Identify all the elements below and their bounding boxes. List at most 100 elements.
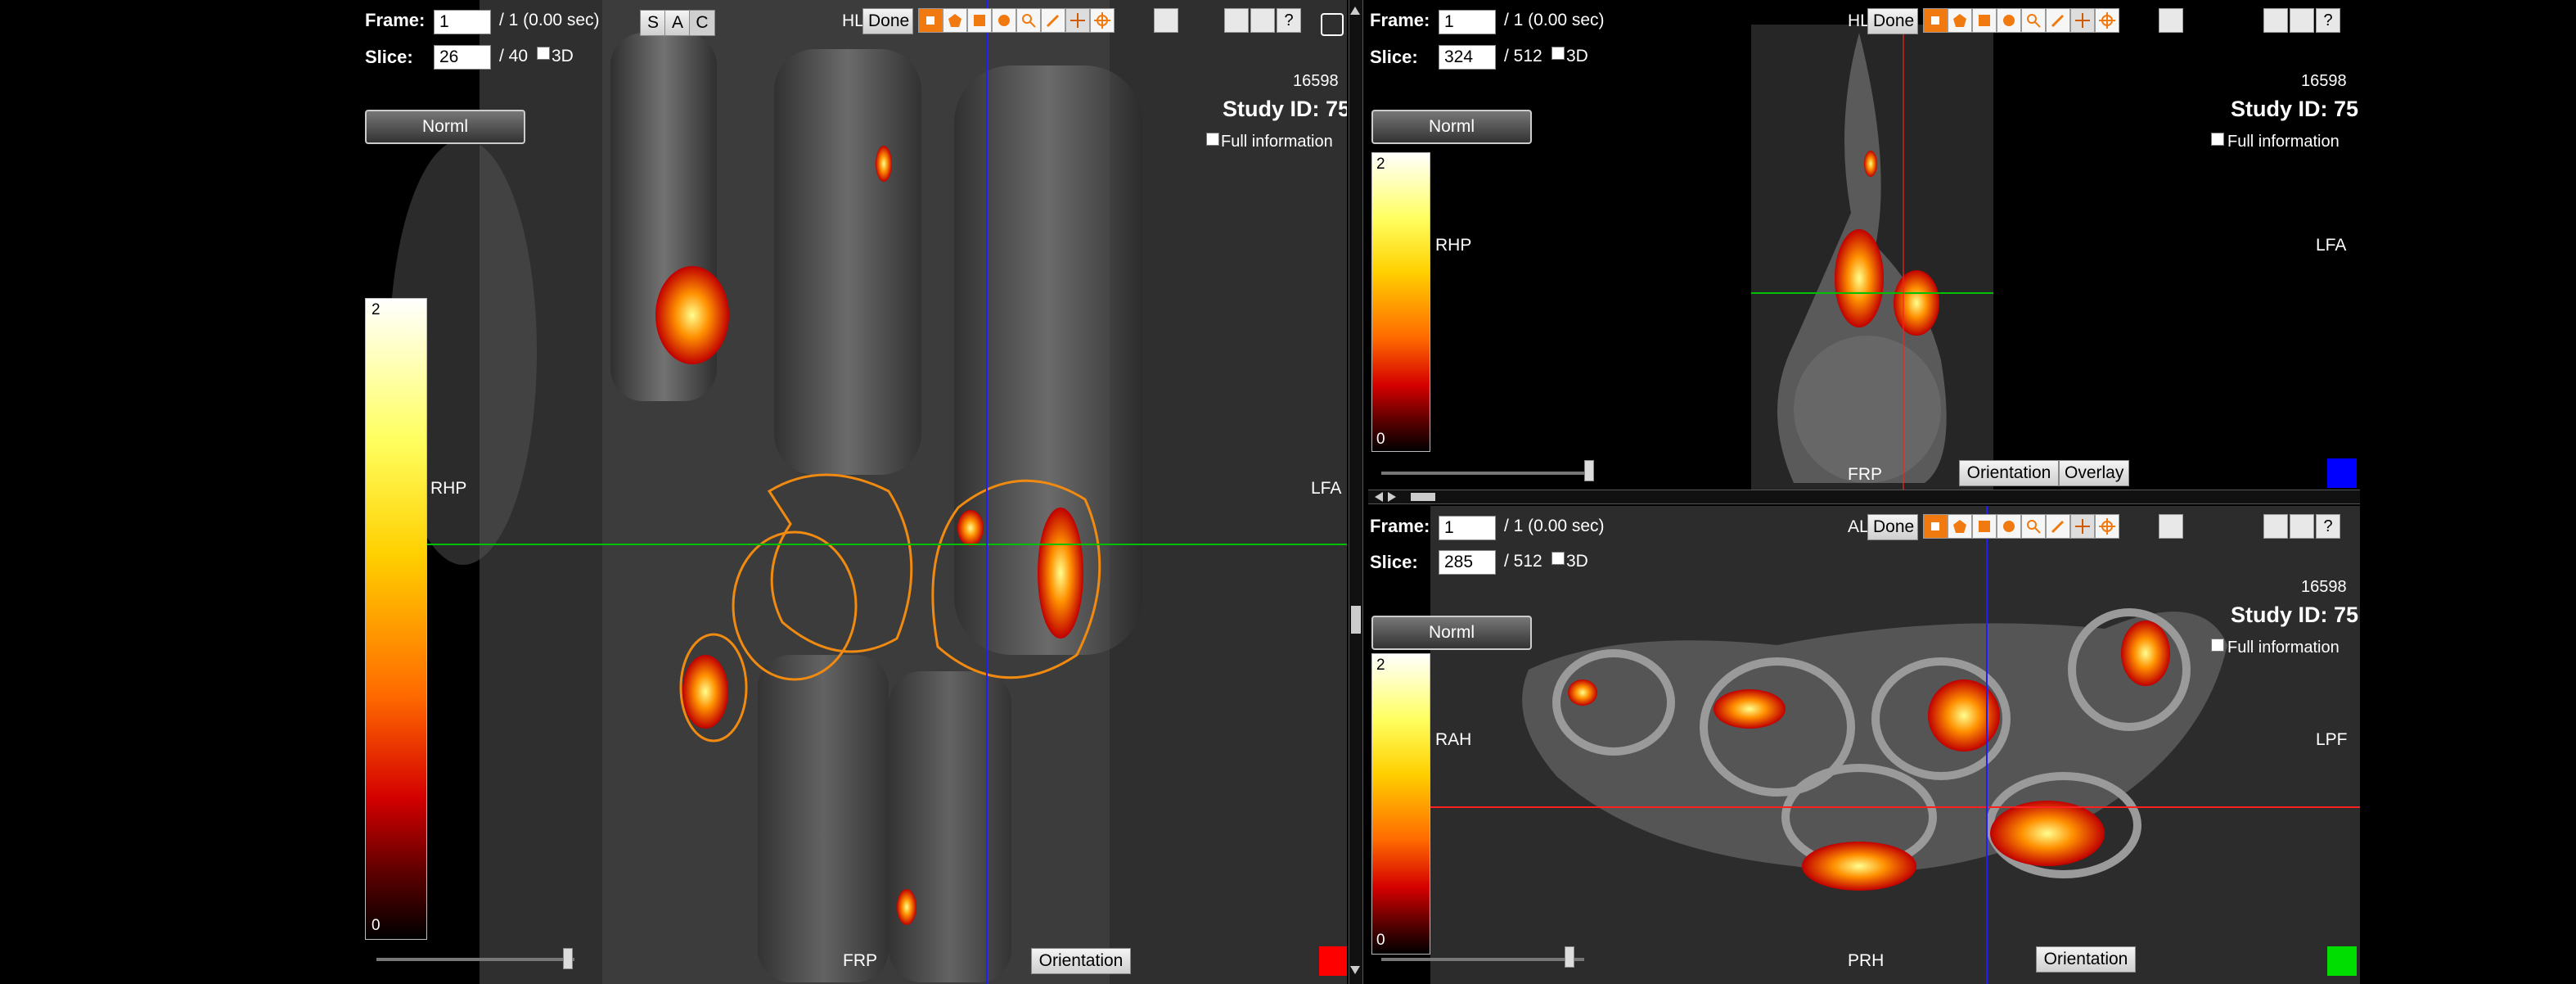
full-info-label: Full information (1221, 133, 1333, 151)
axial-image[interactable] (1368, 506, 2360, 984)
scroll-down-icon[interactable] (1350, 966, 1360, 974)
view-button-a[interactable]: A (664, 10, 691, 36)
orientation-button[interactable]: Orientation (1959, 460, 2059, 486)
scroll-up-icon[interactable] (1350, 7, 1360, 15)
blank-tool-button[interactable] (2159, 8, 2183, 33)
orient-prefix: AL (1848, 517, 1869, 536)
opacity-slider-track[interactable] (1381, 472, 1584, 475)
opacity-slider-thumb[interactable] (1565, 946, 1574, 968)
done-button[interactable]: Done (862, 8, 913, 34)
blank-tool-button[interactable] (1154, 8, 1178, 33)
study-number: 16598 (1293, 72, 1339, 90)
roi-tool-pen[interactable] (2046, 8, 2070, 33)
norml-button[interactable]: Norml (1371, 110, 1532, 144)
view-button-s[interactable]: S (640, 10, 666, 36)
magnifier-icon (1022, 14, 1036, 28)
histogram-icon[interactable] (2290, 514, 2314, 539)
roi-tool-rectangle[interactable] (1972, 8, 1997, 33)
frame-input[interactable] (1439, 516, 1496, 540)
roi-tool-rectangle[interactable] (1972, 514, 1997, 539)
roi-tool-pen[interactable] (1041, 8, 1065, 33)
opacity-slider-track[interactable] (1381, 958, 1584, 961)
study-id: Study ID: 75 (1223, 97, 1347, 121)
3d-checkbox[interactable] (1551, 47, 1565, 60)
overlay-button[interactable]: Overlay (2059, 460, 2129, 486)
frame-input[interactable] (1439, 10, 1496, 34)
frame-input[interactable] (434, 10, 491, 34)
pan-tool[interactable] (2070, 514, 2095, 539)
left-orientation-label: RHP (430, 479, 467, 498)
full-info-label: Full information (2227, 639, 2340, 657)
coronal-image[interactable] (365, 0, 1347, 984)
histogram-icon[interactable] (2290, 8, 2314, 33)
slice-input[interactable] (1439, 45, 1496, 70)
3d-checkbox[interactable] (537, 47, 550, 60)
crosshair-tool[interactable] (1090, 8, 1115, 33)
pane-color-marker (1319, 946, 1347, 976)
done-button[interactable]: Done (1867, 514, 1918, 540)
palette-icon[interactable] (2263, 514, 2288, 539)
roi-tool-circle[interactable] (992, 8, 1016, 33)
pan-tool[interactable] (1065, 8, 1090, 33)
crosshair-tool[interactable] (2095, 514, 2119, 539)
slice-input[interactable] (434, 45, 491, 70)
roi-tool-polygon[interactable] (1948, 514, 1972, 539)
roi-tool-rectangle[interactable] (967, 8, 992, 33)
palette-icon[interactable] (2263, 8, 2288, 33)
sagittal-view-pane[interactable]: Frame: / 1 (0.00 sec) Slice: / 512 3D HL… (1368, 0, 2360, 491)
help-icon[interactable]: ? (2316, 514, 2340, 539)
opacity-slider-thumb[interactable] (1584, 460, 1594, 481)
help-icon[interactable]: ? (1277, 8, 1301, 33)
roi-tool-magnify[interactable] (2021, 8, 2046, 33)
square-icon (1979, 15, 1990, 26)
pan-tool[interactable] (2070, 8, 2095, 33)
roi-tool-magnify[interactable] (2021, 514, 2046, 539)
circle-icon (998, 15, 1010, 26)
slice-total: / 40 (499, 47, 529, 65)
blank-tool-button[interactable] (2159, 514, 2183, 539)
roi-tool-freehand[interactable] (1923, 8, 1948, 33)
scroll-left-icon[interactable] (1375, 492, 1383, 502)
square-icon (1979, 521, 1990, 532)
slice-total: / 512 (1504, 552, 1542, 571)
slice-input[interactable] (1439, 550, 1496, 575)
colorbar-min: 0 (1376, 932, 1385, 949)
opacity-slider-thumb[interactable] (563, 948, 573, 969)
done-button[interactable]: Done (1867, 8, 1918, 34)
crosshair-tool[interactable] (2095, 8, 2119, 33)
move-icon (2075, 13, 2090, 28)
palette-icon[interactable] (1224, 8, 1249, 33)
popout-icon[interactable] (1321, 13, 1344, 36)
full-info-checkbox[interactable] (2211, 639, 2224, 652)
coronal-view-pane[interactable]: Frame: / 1 (0.00 sec) Slice: / 40 3D S A… (365, 0, 1347, 984)
roi-tool-magnify[interactable] (1016, 8, 1041, 33)
help-icon[interactable]: ? (2316, 8, 2340, 33)
roi-tool-circle[interactable] (1997, 514, 2021, 539)
axial-view-pane[interactable]: Frame: / 1 (0.00 sec) Slice: / 512 3D AL… (1368, 506, 2360, 984)
scroll-right-icon[interactable] (1388, 492, 1396, 502)
histogram-icon[interactable] (1250, 8, 1275, 33)
horizontal-scrollbar[interactable] (1368, 490, 2360, 504)
roi-tool-freehand[interactable] (1923, 514, 1948, 539)
orientation-button[interactable]: Orientation (1031, 948, 1131, 974)
sagittal-image[interactable] (1368, 0, 2360, 491)
study-id: Study ID: 75 (2231, 603, 2359, 627)
norml-button[interactable]: Norml (1371, 616, 1532, 650)
roi-tool-pen[interactable] (2046, 514, 2070, 539)
vertical-scrollbar[interactable] (1349, 0, 1363, 984)
view-button-c[interactable]: C (689, 10, 715, 36)
roi-tool-polygon[interactable] (943, 8, 967, 33)
3d-checkbox[interactable] (1551, 552, 1565, 565)
scroll-thumb[interactable] (1351, 606, 1361, 634)
full-info-checkbox[interactable] (2211, 133, 2224, 146)
orientation-button[interactable]: Orientation (2036, 946, 2136, 973)
norml-button[interactable]: Norml (365, 110, 525, 144)
full-info-checkbox[interactable] (1206, 133, 1219, 146)
scroll-thumb[interactable] (1411, 493, 1435, 501)
roi-tool-circle[interactable] (1997, 8, 2021, 33)
pane-color-marker (2327, 946, 2357, 976)
roi-tool-polygon[interactable] (1948, 8, 1972, 33)
magnifier-icon (2027, 520, 2041, 534)
opacity-slider-track[interactable] (376, 958, 574, 961)
roi-tool-freehand[interactable] (918, 8, 943, 33)
